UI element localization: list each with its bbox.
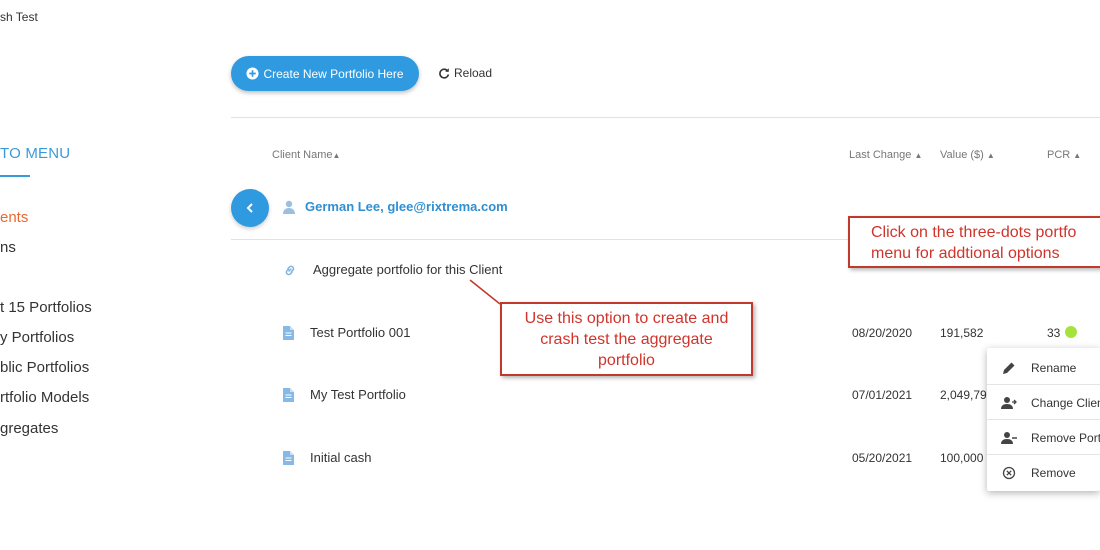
- remove-circle-icon: [1002, 466, 1016, 479]
- pcr-status-dot: [1065, 326, 1077, 338]
- sidebar-item-portfolio-models[interactable]: rtfolio Models: [0, 389, 89, 406]
- table-row[interactable]: My Test Portfolio: [283, 387, 406, 402]
- pencil-icon: [1003, 362, 1015, 374]
- user-minus-icon: [1001, 431, 1017, 444]
- last-change-cell: 07/01/2021: [852, 388, 913, 402]
- sort-icon: ▲︎: [914, 151, 923, 160]
- pcr-header-label: PCR: [1047, 149, 1071, 161]
- document-icon: [283, 387, 294, 402]
- portfolio-name: Test Portfolio 001: [310, 325, 411, 340]
- menu-item-label: Rename: [1031, 360, 1077, 375]
- app-title: sh Test: [0, 10, 38, 24]
- value-cell: 2,049,79: [940, 388, 987, 402]
- sidebar-item-my-portfolios[interactable]: y Portfolios: [0, 329, 74, 346]
- menu-item-change-client[interactable]: Change Clien: [987, 385, 1100, 420]
- column-header-value[interactable]: Value ($) ▲: [940, 149, 995, 161]
- last-change-cell: 05/20/2021: [852, 451, 913, 465]
- menu-item-remove[interactable]: Remove: [987, 455, 1100, 490]
- sidebar-item-public-portfolios[interactable]: blic Portfolios: [0, 359, 89, 376]
- value-header-label: Value ($): [940, 149, 984, 161]
- sort-icon: ▲: [1073, 151, 1082, 160]
- menu-item-label: Change Clien: [1031, 395, 1100, 410]
- document-icon: [283, 450, 294, 465]
- back-to-menu-underline: [0, 175, 30, 177]
- value-cell: 191,582: [940, 326, 984, 340]
- back-button[interactable]: [231, 189, 269, 227]
- client-name-header-label: Client Name: [272, 149, 333, 161]
- column-header-last-change[interactable]: Last Change ▲︎: [849, 149, 922, 161]
- portfolio-context-menu: Rename Change Clien Remove Port Remove: [987, 348, 1100, 491]
- sidebar-item-clients[interactable]: ents: [0, 209, 28, 226]
- sidebar-item-aggregates[interactable]: gregates: [0, 420, 58, 437]
- create-portfolio-button[interactable]: Create New Portfolio Here: [231, 56, 419, 91]
- sidebar-item-last-15-portfolios[interactable]: t 15 Portfolios: [0, 299, 92, 316]
- document-icon: [283, 325, 294, 340]
- link-icon: [285, 265, 295, 275]
- back-to-menu-link[interactable]: TO MENU: [0, 145, 70, 162]
- menu-item-rename[interactable]: Rename: [987, 350, 1100, 385]
- chevron-left-icon: [246, 203, 253, 213]
- pcr-cell: 33: [1047, 326, 1061, 340]
- table-row[interactable]: Test Portfolio 001: [283, 325, 410, 340]
- create-portfolio-label: Create New Portfolio Here: [263, 66, 404, 81]
- client-row[interactable]: German Lee, glee@rixtrema.com: [283, 199, 508, 214]
- last-change-header-label: Last Change: [849, 149, 912, 161]
- callout-pointer: [469, 279, 501, 305]
- user-icon: [283, 200, 295, 214]
- table-row[interactable]: Initial cash: [283, 450, 371, 465]
- aggregate-row[interactable]: Aggregate portfolio for this Client: [283, 262, 502, 277]
- reload-button[interactable]: Reload: [438, 66, 492, 80]
- reload-label: Reload: [454, 66, 493, 80]
- column-header-pcr[interactable]: PCR ▲: [1047, 149, 1081, 161]
- toolbar-divider: [231, 117, 1100, 118]
- plus-circle-icon: [246, 67, 260, 80]
- three-dots-callout: Click on the three-dots portfo menu for …: [848, 216, 1100, 268]
- client-name: German Lee, glee@rixtrema.com: [305, 199, 508, 214]
- aggregate-portfolio-label: Aggregate portfolio for this Client: [313, 262, 503, 277]
- user-swap-icon: [1001, 396, 1017, 409]
- last-change-cell: 08/20/2020: [852, 326, 913, 340]
- portfolio-name: My Test Portfolio: [310, 387, 406, 402]
- sort-icon: ▲: [986, 151, 995, 160]
- sidebar-item-plans[interactable]: ns: [0, 239, 16, 256]
- value-cell: 100,000: [940, 451, 984, 465]
- menu-item-remove-portfolio[interactable]: Remove Port: [987, 420, 1100, 455]
- aggregate-callout: Use this option to create and crash test…: [500, 302, 753, 376]
- sort-asc-icon: ▲: [332, 151, 341, 160]
- menu-item-label: Remove Port: [1031, 430, 1100, 445]
- menu-item-label: Remove: [1031, 465, 1076, 480]
- reload-icon: [439, 68, 450, 79]
- column-header-client-name[interactable]: Client Name▲: [272, 149, 340, 161]
- portfolio-name: Initial cash: [310, 450, 372, 465]
